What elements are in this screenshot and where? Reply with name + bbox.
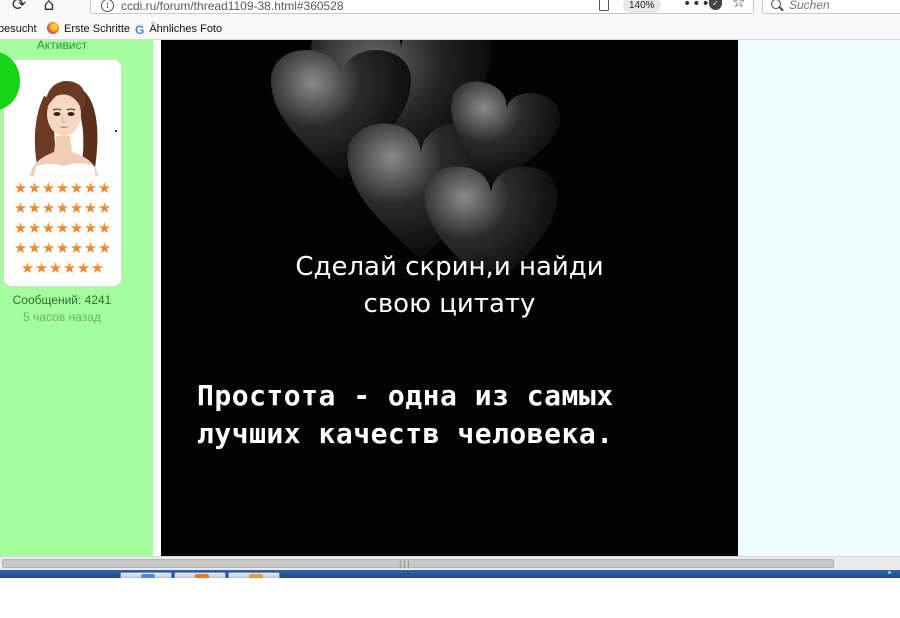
site-info-icon[interactable]: i (101, 0, 114, 12)
home-icon[interactable]: ⌂ (38, 0, 60, 16)
reputation-star-icon (14, 202, 27, 213)
avatar[interactable] (14, 66, 114, 176)
star-row (4, 222, 121, 242)
reputation-star-icon (98, 242, 111, 253)
search-input[interactable]: Suchen (762, 0, 900, 14)
column-divider (153, 40, 161, 556)
star-row (4, 242, 121, 262)
browser-navbar: ⟳ ⌂ i ccdi.ru/forum/thread1109-38.html#3… (0, 0, 900, 18)
image-text-line-1: Сделай скрин,и найди (295, 252, 604, 282)
reputation-star-icon (56, 222, 69, 233)
tray-indicator (888, 571, 891, 574)
reputation-star-icon (42, 202, 55, 213)
reputation-star-icon (56, 242, 69, 253)
bookmark-star-icon[interactable]: ☆ (732, 0, 745, 10)
reputation-star-icon (70, 242, 83, 253)
grip-icon: │││ (398, 561, 411, 569)
taskbar-item-2[interactable] (174, 572, 226, 578)
app-icon (249, 574, 263, 578)
os-taskbar (0, 570, 900, 578)
reputation-star-icon (84, 202, 97, 213)
reload-icon[interactable]: ⟳ (8, 0, 30, 16)
firefox-icon (195, 574, 209, 578)
bookmarks-toolbar: besucht Erste Schritte G Ähnliches Foto (0, 18, 900, 40)
search-placeholder: Suchen (789, 0, 830, 12)
last-seen: 5 часов назад (23, 310, 101, 324)
taskbar-item-3[interactable] (228, 572, 280, 578)
reputation-stars (4, 182, 121, 282)
right-background (738, 40, 900, 556)
reputation-star-icon (91, 262, 104, 273)
star-row (4, 182, 121, 202)
google-icon: G (135, 23, 145, 37)
taskbar-item-1[interactable] (120, 572, 172, 578)
pocket-icon[interactable]: ✓ (709, 0, 722, 10)
bookmark-label: besucht (0, 23, 37, 35)
message-count: Сообщений: 4241 (12, 293, 112, 307)
horizontal-scrollbar[interactable]: │││ (0, 556, 900, 570)
scrollbar-thumb[interactable]: │││ (2, 559, 834, 569)
reputation-star-icon (14, 182, 27, 193)
reputation-star-icon (21, 262, 34, 273)
reputation-star-icon (28, 242, 41, 253)
reputation-star-icon (84, 222, 97, 233)
reputation-star-icon (42, 242, 55, 253)
user-profile-column: Активист Сообщений: 4241 5 часов назад (0, 38, 153, 556)
bookmark-label: Erste Schritte (64, 23, 131, 35)
avatar-card (3, 59, 122, 287)
firefox-icon (47, 22, 59, 34)
reputation-star-icon (84, 242, 97, 253)
reputation-star-icon (84, 182, 97, 193)
page-actions-icon[interactable]: ••• (683, 0, 711, 11)
bookmark-label: Ähnliches Foto (149, 23, 223, 35)
reputation-star-icon (14, 242, 27, 253)
url-bar[interactable]: i ccdi.ru/forum/thread1109-38.html#36052… (90, 0, 754, 14)
star-row (4, 262, 121, 282)
hearts-graphic (271, 40, 561, 270)
reputation-star-icon (70, 182, 83, 193)
url-text: ccdi.ru/forum/thread1109-38.html#360528 (121, 0, 344, 13)
reputation-star-icon (28, 182, 41, 193)
reputation-star-icon (14, 222, 27, 233)
zoom-level-badge[interactable]: 140% (623, 0, 661, 13)
reputation-star-icon (98, 202, 111, 213)
image-text-line-3: Простота - одна из самых (197, 379, 614, 412)
reputation-star-icon (28, 202, 41, 213)
reputation-star-icon (56, 182, 69, 193)
bookmark-getting-started[interactable]: Erste Schritte (47, 22, 130, 36)
avatar-dot (115, 130, 117, 132)
reputation-star-icon (70, 202, 83, 213)
image-text-line-4: лучших качеств человека. (197, 417, 614, 450)
reader-view-icon[interactable] (599, 0, 609, 11)
image-text-line-2: свою цитату (363, 289, 536, 319)
user-rank: Активист (36, 38, 88, 52)
reputation-star-icon (98, 222, 111, 233)
search-icon (771, 0, 781, 9)
bookmark-similar-photo[interactable]: G Ähnliches Foto (135, 22, 223, 37)
star-row (4, 202, 121, 222)
post-image[interactable]: Сделай скрин,и найди свою цитату Простот… (161, 40, 738, 556)
reputation-star-icon (42, 222, 55, 233)
reputation-star-icon (56, 202, 69, 213)
app-icon (141, 574, 155, 578)
reputation-star-icon (35, 262, 48, 273)
reputation-star-icon (42, 182, 55, 193)
reputation-star-icon (28, 222, 41, 233)
bookmark-most-visited[interactable]: besucht (0, 22, 37, 36)
reputation-star-icon (63, 262, 76, 273)
reputation-star-icon (77, 262, 90, 273)
reputation-star-icon (70, 222, 83, 233)
reputation-star-icon (98, 182, 111, 193)
reputation-star-icon (49, 262, 62, 273)
